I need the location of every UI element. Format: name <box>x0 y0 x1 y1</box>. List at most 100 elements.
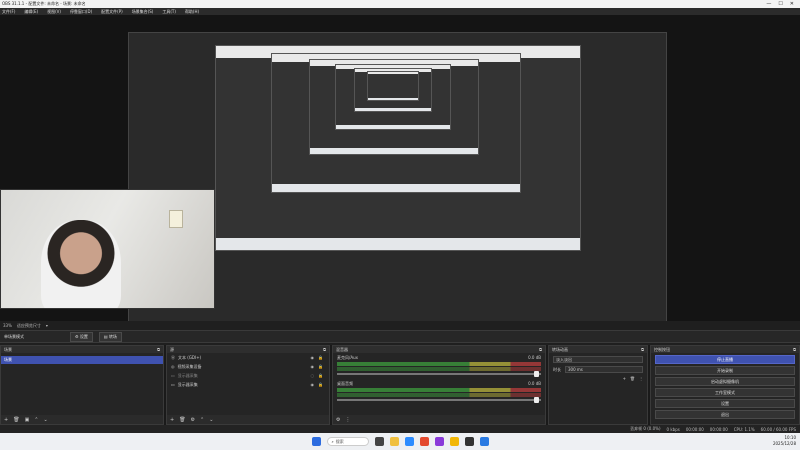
chevron-down-icon[interactable]: ▾ <box>46 323 48 328</box>
studio-mode-button[interactable]: 工作室模式 <box>655 388 795 397</box>
controls-title: 控制按钮 <box>654 346 670 352</box>
app-icon[interactable] <box>419 437 429 446</box>
source-label: 显示器采集 <box>177 381 198 387</box>
add-icon[interactable]: + <box>623 376 626 381</box>
add-icon[interactable]: + <box>4 417 8 423</box>
arrow-up-icon[interactable]: ⌃ <box>34 417 38 423</box>
lock-icon[interactable]: 🔒 <box>318 364 323 369</box>
scenes-dock: 场景 ⧉ 场景 + 🗑 ▣ ⌃ ⌄ <box>0 345 164 425</box>
eye-icon[interactable]: ◉ <box>311 355 315 360</box>
obs-icon[interactable] <box>464 437 474 446</box>
taskview-icon[interactable] <box>374 437 384 446</box>
menu-profile[interactable]: 配置文件(P) <box>101 9 123 15</box>
filter-icon[interactable]: ▣ <box>25 417 30 423</box>
text-icon: Ⓐ <box>171 354 175 360</box>
menu-help[interactable]: 帮助(H) <box>185 9 199 15</box>
webcam-source[interactable] <box>0 189 215 309</box>
menu-scene-collection[interactable]: 场景集合(S) <box>132 9 154 15</box>
menu-bar: 文件(F) 编辑(E) 视图(V) 停靠窗口(D) 配置文件(P) 场景集合(S… <box>0 8 800 15</box>
stop-streaming-button[interactable]: 停止直播 <box>655 355 795 364</box>
app-icon[interactable] <box>434 437 444 446</box>
menu-view[interactable]: 视图(V) <box>47 9 61 15</box>
volume-slider[interactable] <box>337 397 541 403</box>
start-recording-button[interactable]: 开始录制 <box>655 366 795 375</box>
trash-icon[interactable]: 🗑 <box>179 417 185 423</box>
dock-menu-icon[interactable]: ⧉ <box>157 347 160 352</box>
track-name: 麦克风/Aux <box>337 355 358 360</box>
mixer-title: 混音器 <box>336 346 348 352</box>
source-item[interactable]: ▭ 显示器采集 ◌ 🔒 <box>167 371 329 380</box>
virtual-camera-button[interactable]: 启动虚拟摄像机 <box>655 377 795 386</box>
menu-edit[interactable]: 编辑(E) <box>24 9 38 15</box>
app-icon[interactable] <box>449 437 459 446</box>
transitions-dock: 转场动画 ⧉ 淡入淡出 时长 300 ms + 🗑 ⋮ <box>548 345 648 425</box>
source-label: 文本 (GDI+) <box>178 354 202 360</box>
dock-menu-icon[interactable]: ⧉ <box>641 347 644 352</box>
duration-label: 时长 <box>553 366 561 372</box>
app-icon[interactable] <box>479 437 489 446</box>
preview-area[interactable] <box>0 15 800 445</box>
scene-settings-button[interactable]: ⚙ 设置 <box>70 331 93 342</box>
duration-input[interactable]: 300 ms <box>565 366 643 373</box>
scene-settings-label: 设置 <box>79 333 88 339</box>
dock-menu-icon[interactable]: ⧉ <box>323 347 326 352</box>
zoom-label[interactable]: 适应预览尺寸 <box>17 323 41 329</box>
more-icon[interactable]: ⋮ <box>639 376 643 381</box>
rec-time: 00:00:00 <box>709 426 728 432</box>
eye-icon[interactable]: ◉ <box>311 382 315 387</box>
folder-icon[interactable] <box>389 437 399 446</box>
source-item[interactable]: Ⓐ 文本 (GDI+) ◉ 🔒 <box>167 353 329 362</box>
edge-icon[interactable] <box>404 437 414 446</box>
wall-device <box>169 210 183 228</box>
minimize-button[interactable]: — <box>766 1 771 7</box>
eye-icon[interactable]: ◌ <box>311 373 315 378</box>
transition-select[interactable]: 淡入淡出 <box>553 356 643 363</box>
arrow-up-icon[interactable]: ⌃ <box>200 417 204 423</box>
dock-menu-icon[interactable]: ⧉ <box>539 347 542 352</box>
monitor-icon: ▭ <box>171 382 175 387</box>
lock-icon[interactable]: 🔒 <box>318 373 323 378</box>
lock-icon[interactable]: 🔒 <box>318 382 323 387</box>
transition-select-row: 淡入淡出 <box>549 353 647 363</box>
exit-button[interactable]: 退出 <box>655 410 795 419</box>
menu-file[interactable]: 文件(F) <box>2 9 15 15</box>
track-name: 桌面音频 <box>337 381 353 386</box>
more-icon[interactable]: ⋮ <box>345 417 350 423</box>
arrow-down-icon[interactable]: ⌄ <box>44 417 48 423</box>
zoom-level[interactable]: 33% <box>3 323 12 328</box>
settings-button[interactable]: 设置 <box>655 399 795 408</box>
transitions-title: 转场动画 <box>552 346 568 352</box>
maximize-button[interactable]: ☐ <box>778 1 782 7</box>
search-box[interactable]: ⌕ 搜索 <box>326 437 369 446</box>
track-db: 0.0 dB <box>528 355 541 360</box>
live-time: 00:00:00 <box>685 426 704 432</box>
preview-zoom-bar: 33% 适应预览尺寸 ▾ <box>0 321 800 330</box>
scene-transition-button[interactable]: ▤ 转场 <box>98 331 122 342</box>
menu-tools[interactable]: 工具(T) <box>162 9 176 15</box>
start-icon[interactable] <box>311 437 321 446</box>
duration-value: 300 ms <box>568 367 583 372</box>
add-icon[interactable]: + <box>170 417 174 423</box>
trash-icon[interactable]: 🗑 <box>630 376 635 381</box>
lock-icon[interactable]: 🔒 <box>318 355 323 360</box>
camera-icon: ◎ <box>171 364 175 369</box>
close-button[interactable]: ✕ <box>790 1 794 7</box>
source-item[interactable]: ▭ 显示器采集 ◉ 🔒 <box>167 380 329 389</box>
menu-docks[interactable]: 停靠窗口(D) <box>70 9 92 15</box>
bitrate: 0 kbps <box>666 426 680 432</box>
mixer-track: 桌面音频 0.0 dB <box>337 381 541 403</box>
gear-icon[interactable]: ⚙ <box>191 417 195 423</box>
volume-slider[interactable] <box>337 371 541 377</box>
mixer-settings-icon[interactable]: ⚙ <box>336 417 340 423</box>
source-item[interactable]: ◎ 视频采集设备 ◉ 🔒 <box>167 362 329 371</box>
dock-menu-icon[interactable]: ⧉ <box>793 347 796 352</box>
scene-item[interactable]: 场景 <box>1 356 163 364</box>
arrow-down-icon[interactable]: ⌄ <box>209 417 213 423</box>
system-tray[interactable]: 10:10 2025/12/28 <box>773 435 796 447</box>
cpu-usage: CPU: 1.1% <box>733 426 755 432</box>
dock-area: 场景 ⧉ 场景 + 🗑 ▣ ⌃ ⌄ 源 ⧉ Ⓐ 文本 (GDI+) ◉ 🔒 ◎ 视频采集设备… <box>0 345 800 425</box>
gear-icon: ⚙ <box>75 333 79 339</box>
sources-dock: 源 ⧉ Ⓐ 文本 (GDI+) ◉ 🔒 ◎ 视频采集设备 ◉ 🔒 ▭ 显示器采集 ◌ 🔒 ▭ 显示器采… <box>166 345 330 425</box>
trash-icon[interactable]: 🗑 <box>13 417 19 423</box>
eye-icon[interactable]: ◉ <box>311 364 315 369</box>
